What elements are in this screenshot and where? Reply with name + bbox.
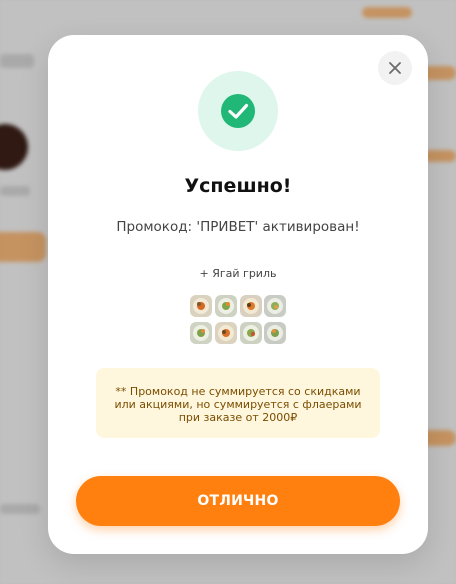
modal-title: Успешно!	[184, 175, 292, 197]
promo-notice: ** Промокод не суммируется со скидками и…	[96, 368, 380, 438]
close-button[interactable]	[378, 51, 412, 85]
close-icon	[389, 62, 401, 74]
promo-message: Промокод: 'ПРИВЕТ' активирован!	[116, 219, 360, 235]
check-icon	[221, 94, 255, 128]
product-image	[190, 295, 286, 344]
promo-success-modal: Успешно! Промокод: 'ПРИВЕТ' активирован!…	[48, 35, 428, 554]
bonus-item-label: + Ягай гриль	[199, 267, 277, 280]
success-badge	[198, 71, 278, 151]
ok-button[interactable]: ОТЛИЧНО	[76, 476, 400, 526]
